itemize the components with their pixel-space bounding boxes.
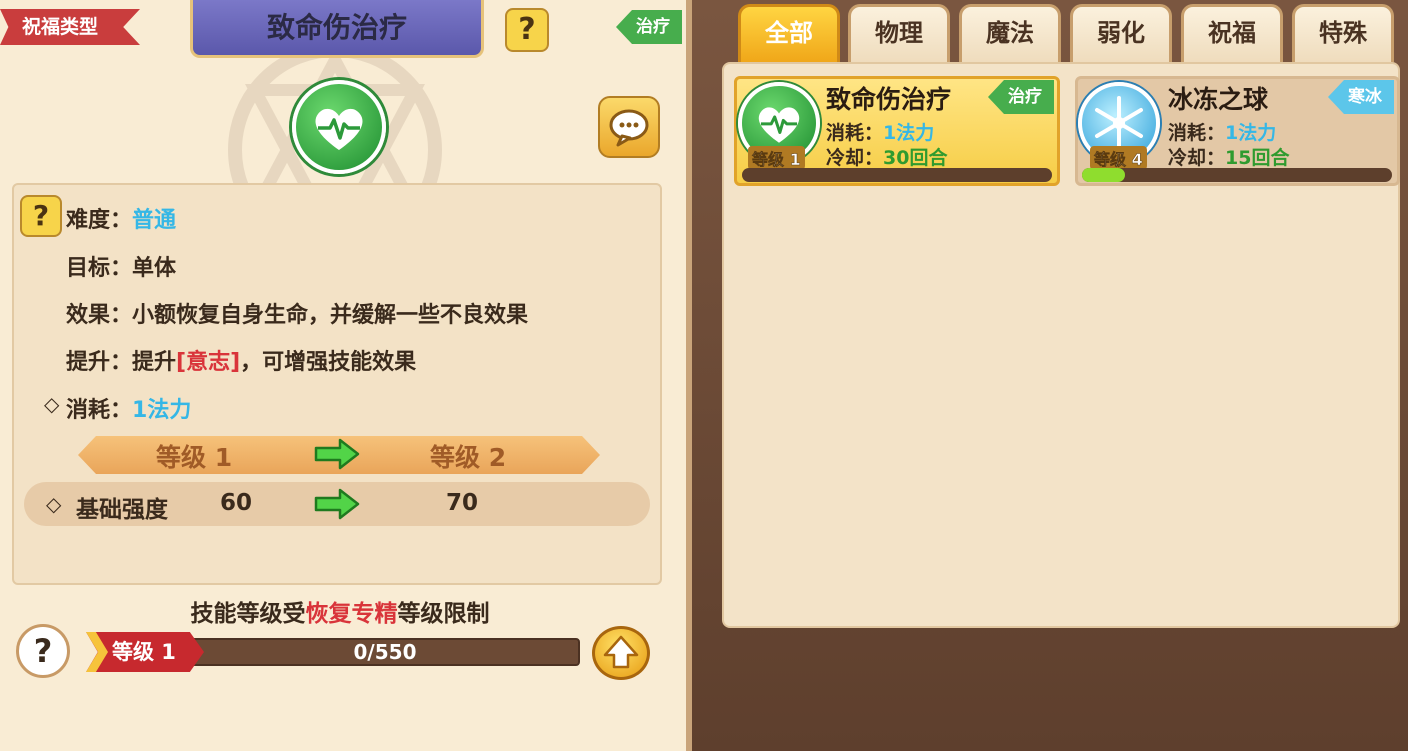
tab-blessing[interactable]: 祝福 — [1181, 4, 1283, 62]
skill-card-cooldown: 冷却：15回合 — [1168, 143, 1289, 170]
green-arrow-icon — [314, 438, 360, 470]
skill-card-cooldown: 冷却：30回合 — [826, 143, 947, 170]
skill-card-cost: 消耗：1法力 — [826, 118, 934, 145]
skill-detail-panel: 祝福类型 致命伤治疗 ? 治疗 ? 难度：普通 目标：单体 效果：小额恢复自身生… — [0, 0, 692, 751]
skill-title: 致命伤治疗 — [190, 0, 484, 58]
tab-physical[interactable]: 物理 — [848, 4, 950, 62]
heart-pulse-icon — [292, 80, 386, 174]
info-help-button[interactable]: ? — [20, 195, 62, 237]
cooldown-value: 30回合 — [883, 147, 948, 169]
skill-card-name: 冰冻之球 — [1168, 85, 1269, 114]
upgrade-suffix: ，可增强技能效果 — [240, 350, 417, 375]
cost-value: 1法力 — [883, 122, 935, 144]
target-label: 目标： — [66, 256, 133, 281]
skill-card-progress — [742, 168, 1052, 182]
speech-bubble-icon — [609, 109, 649, 147]
arrow-up-icon — [603, 635, 639, 669]
upgrade-attribute: [意志] — [176, 350, 241, 375]
difficulty-label: 难度： — [66, 208, 133, 233]
cost-label: 消耗： — [826, 122, 884, 144]
cost-value: 1法力 — [1225, 122, 1277, 144]
limit-highlight: 恢复专精 — [305, 601, 398, 627]
difficulty-row: 难度：普通 — [66, 202, 176, 234]
cost-label: 消耗： — [1168, 122, 1226, 144]
cost-value: 1法力 — [132, 398, 192, 423]
upgrade-button[interactable] — [592, 626, 650, 680]
effect-value: 小额恢复自身生命，并缓解一些不良效果 — [132, 303, 529, 328]
cost-row: 消耗：1法力 — [66, 392, 191, 424]
tab-special[interactable]: 特殊 — [1292, 4, 1394, 62]
game-screen: 祝福类型 致命伤治疗 ? 治疗 ? 难度：普通 目标：单体 效果：小额恢复自身生… — [0, 0, 1408, 751]
skill-card-cost: 消耗：1法力 — [1168, 118, 1276, 145]
difficulty-value: 普通 — [132, 208, 177, 233]
target-value: 单体 — [132, 256, 177, 281]
limit-suffix: 等级限制 — [397, 601, 490, 627]
cooldown-label: 冷却： — [826, 147, 884, 169]
stat-name: 基础强度 — [76, 497, 168, 523]
diamond-icon: ◇ — [44, 392, 60, 416]
level-help-button[interactable]: ? — [16, 624, 70, 678]
limit-prefix: 技能等级受 — [190, 601, 306, 627]
target-row: 目标：单体 — [66, 250, 176, 282]
green-arrow-icon — [314, 488, 360, 520]
exp-text: 0/550 — [353, 640, 417, 664]
upgrade-prefix: 提升 — [132, 350, 177, 375]
upgrade-label: 提升： — [66, 350, 133, 375]
stat-from: 60 — [220, 490, 253, 516]
cost-label: 消耗： — [66, 398, 133, 423]
effect-label: 效果： — [66, 303, 133, 328]
skill-card-progress-fill — [1082, 168, 1126, 182]
diamond-icon: ◇ — [46, 492, 62, 516]
cooldown-value: 15回合 — [1225, 147, 1290, 169]
skill-card-level: 等级 1 — [748, 146, 805, 170]
tab-debuff[interactable]: 弱化 — [1070, 4, 1172, 62]
upgrade-row: 提升：提升[意志]，可增强技能效果 — [66, 344, 416, 376]
skill-card-progress — [1082, 168, 1392, 182]
tab-magic[interactable]: 魔法 — [959, 4, 1061, 62]
level-from: 等级 1 — [156, 443, 233, 472]
help-button[interactable]: ? — [505, 8, 549, 52]
cooldown-label: 冷却： — [1168, 147, 1226, 169]
skill-card-level: 等级 4 — [1090, 146, 1147, 170]
skill-card-name: 致命伤治疗 — [826, 85, 952, 114]
effect-row: 效果：小额恢复自身生命，并缓解一些不良效果 — [66, 297, 528, 329]
level-to: 等级 2 — [430, 443, 507, 472]
blessing-type-ribbon: 祝福类型 — [0, 9, 140, 45]
chat-button[interactable] — [598, 96, 660, 158]
stat-to: 70 — [446, 490, 479, 516]
category-tag-heal: 治疗 — [616, 10, 682, 44]
level-limit-note: 技能等级受恢复专精等级限制 — [0, 594, 680, 628]
tab-all[interactable]: 全部 — [738, 4, 840, 62]
